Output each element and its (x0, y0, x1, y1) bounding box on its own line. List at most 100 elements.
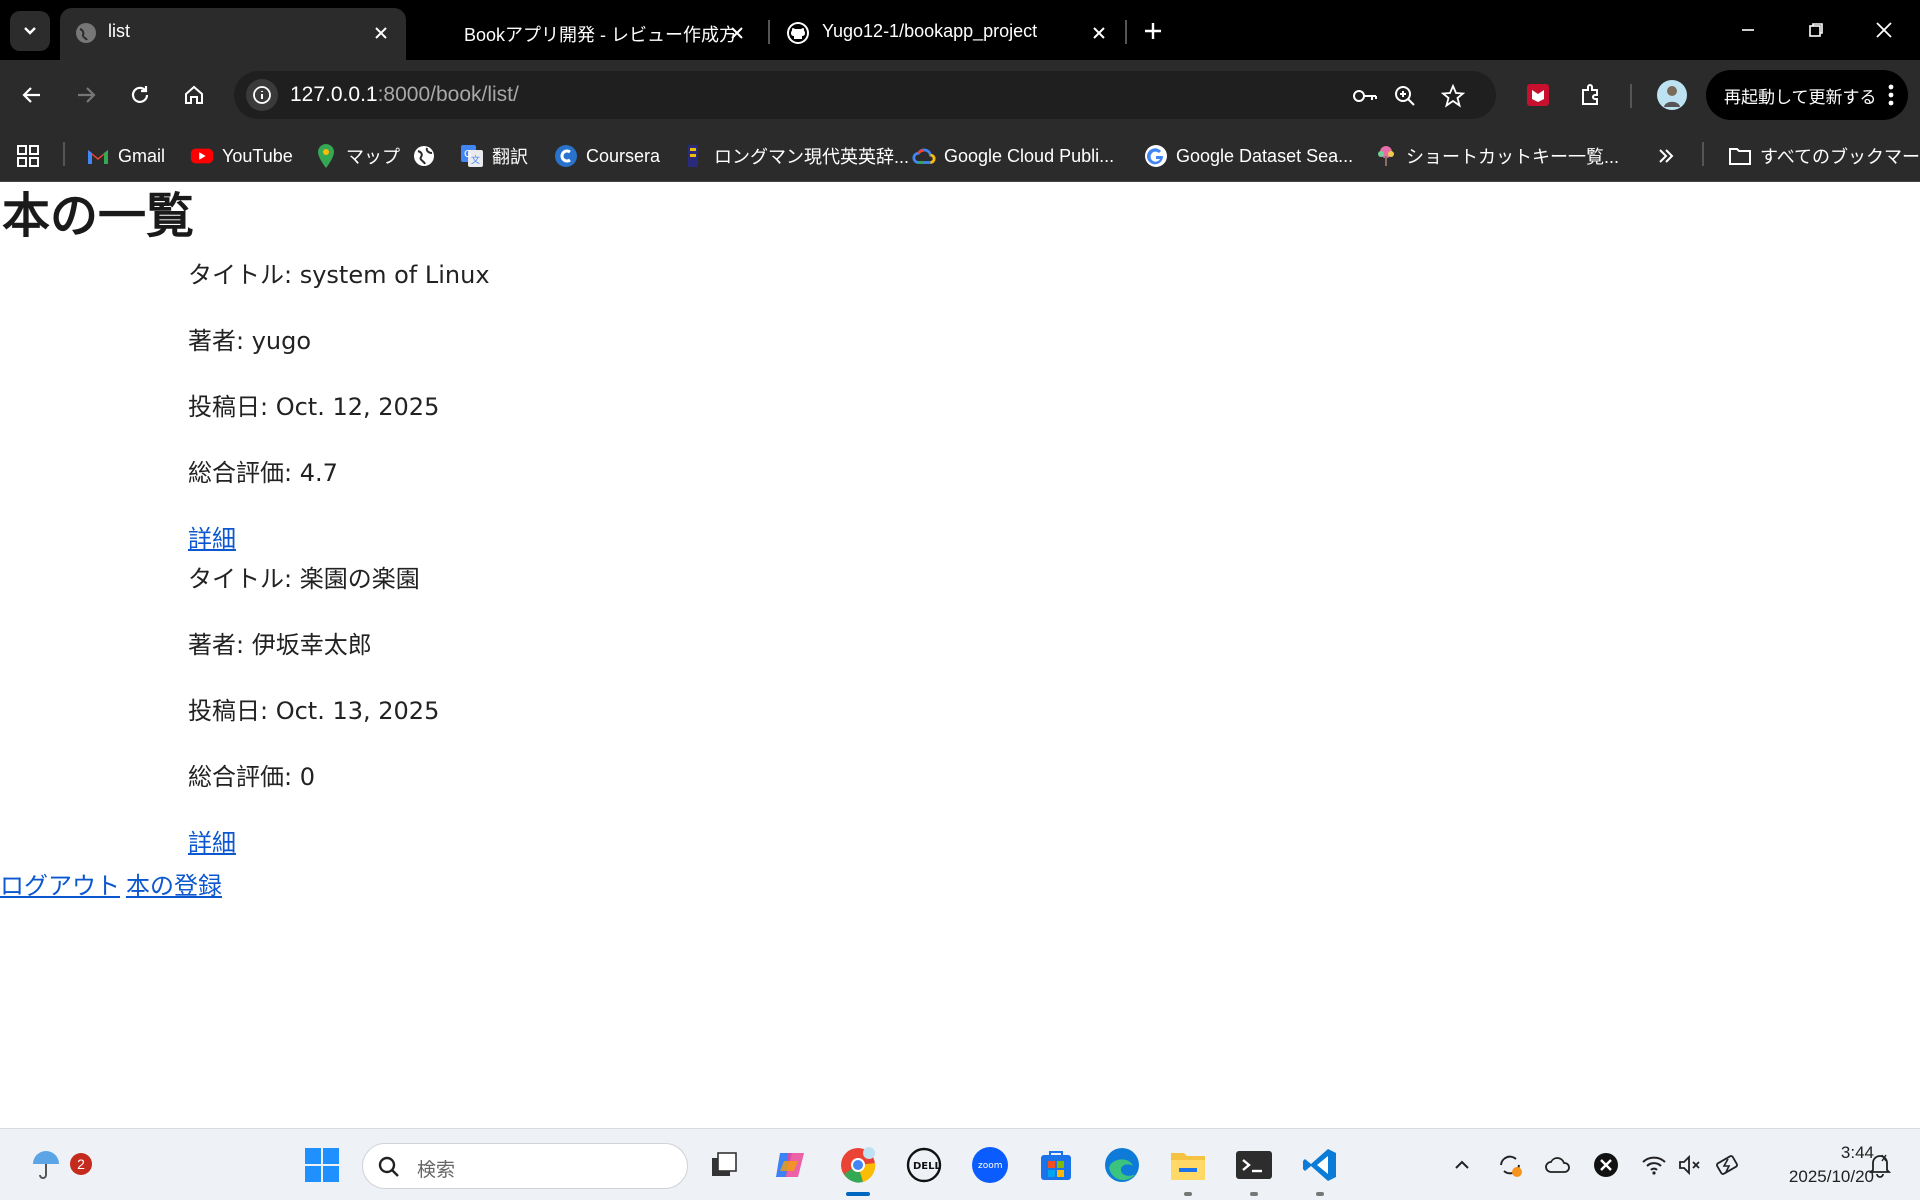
bookmark-longman[interactable]: ロングマン現代英英辞... (682, 140, 909, 172)
google-cloud-icon (912, 144, 936, 168)
onedrive-tray-icon[interactable] (1542, 1149, 1574, 1181)
bookmark-google-dataset[interactable]: Google Dataset Sea... (1144, 140, 1353, 172)
bookmarks-bar: Gmail YouTube マップ G文 翻訳 Coursera ロングマン現代… (0, 130, 1920, 182)
battery-charging-icon (1716, 1155, 1738, 1175)
weather-widget[interactable]: 2 (24, 1143, 92, 1187)
bookmark-youtube[interactable]: YouTube (190, 140, 293, 172)
chrome-icon (841, 1147, 876, 1183)
bell-icon (1868, 1154, 1892, 1178)
zoom-app[interactable]: zoom (968, 1143, 1012, 1187)
extension-mcafee-button[interactable] (1520, 77, 1556, 113)
info-icon (253, 86, 271, 104)
bookmark-star-button[interactable] (1438, 81, 1468, 111)
terminal-app[interactable] (1232, 1143, 1276, 1196)
logout-link[interactable]: ログアウト (0, 872, 120, 900)
tab-github-repo[interactable]: Yugo12-1/bookapp_project (772, 8, 1116, 60)
clock-time: 3:44 (1840, 1143, 1874, 1162)
vscode-app[interactable] (1298, 1143, 1342, 1196)
taskbar-search-box[interactable]: 検索 (362, 1143, 688, 1189)
folder-icon (1728, 144, 1752, 168)
tree-icon (1374, 144, 1398, 168)
book-detail-link[interactable]: 詳細 (188, 829, 236, 857)
task-view-button[interactable] (702, 1143, 746, 1187)
close-tray-icon[interactable] (1590, 1149, 1622, 1181)
umbrella-icon (33, 1151, 59, 1179)
profile-avatar[interactable] (1654, 77, 1690, 113)
arrow-right-icon (78, 87, 96, 103)
tab-list[interactable]: list (60, 8, 406, 60)
forward-button[interactable] (68, 77, 104, 113)
edge-icon (1105, 1148, 1139, 1182)
site-info-button[interactable] (246, 79, 278, 111)
volume-muted-icon (1679, 1154, 1700, 1176)
reload-icon (131, 86, 149, 103)
bookmark-gmail[interactable]: Gmail (86, 140, 165, 172)
book-entry: タイトル: 楽園の楽園 著者: 伊坂幸太郎 投稿日: Oct. 13, 2025… (188, 562, 439, 860)
reload-button[interactable] (122, 77, 158, 113)
book-detail-link[interactable]: 詳細 (188, 525, 236, 553)
bookmark-globe[interactable] (412, 140, 444, 172)
apps-button[interactable] (16, 140, 40, 172)
sync-tray-icon[interactable] (1494, 1149, 1526, 1181)
register-book-link[interactable]: 本の登録 (126, 872, 222, 900)
copilot-app[interactable] (768, 1143, 812, 1187)
maps-icon (314, 144, 338, 168)
bookmark-maps[interactable]: マップ (314, 140, 400, 172)
star-icon (1441, 84, 1465, 108)
svg-text:文: 文 (471, 154, 480, 166)
battery-tray-icon[interactable] (1712, 1149, 1744, 1181)
x-circle-icon (1594, 1153, 1618, 1177)
home-button[interactable] (176, 77, 212, 113)
back-button[interactable] (14, 77, 50, 113)
bookmark-translate[interactable]: G文 翻訳 (460, 140, 528, 172)
bookmark-label: Google Cloud Publi... (944, 145, 1115, 166)
dell-icon: DELL (906, 1147, 942, 1183)
address-bar[interactable]: 127.0.0.1:8000/book/list/ (234, 71, 1496, 119)
youtube-icon (190, 144, 214, 168)
wifi-tray-icon[interactable] (1638, 1149, 1670, 1181)
search-icon (378, 1156, 399, 1177)
edge-app[interactable] (1100, 1143, 1144, 1187)
apps-grid-icon (17, 145, 39, 167)
all-bookmarks-label: すべてのブックマーク (1760, 147, 1920, 167)
close-icon[interactable] (1088, 22, 1110, 44)
chrome-app[interactable] (836, 1143, 880, 1196)
bookmark-shortcut-keys[interactable]: ショートカットキー一覧... (1374, 140, 1619, 172)
bookmark-coursera[interactable]: Coursera (554, 140, 660, 172)
notification-badge: 2 (70, 1153, 92, 1175)
minimize-icon (1742, 29, 1754, 31)
dell-app[interactable]: DELL (902, 1143, 946, 1187)
bookmark-google-cloud[interactable]: Google Cloud Publi... (912, 140, 1114, 172)
notifications-button[interactable] (1864, 1149, 1896, 1181)
system-clock[interactable]: 3:44 2025/10/20 (1754, 1141, 1874, 1189)
tab-bookapp-review[interactable]: Bookアプリ開発 - レビュー作成方法 (444, 8, 764, 60)
book-rating: 総合評価: 0 (188, 763, 315, 791)
password-key-button[interactable] (1350, 81, 1380, 111)
close-window-button[interactable] (1866, 12, 1902, 48)
restore-button[interactable] (1798, 12, 1834, 48)
puzzle-icon (1582, 84, 1598, 105)
show-hidden-icons-button[interactable] (1446, 1149, 1478, 1181)
svg-text:DELL: DELL (913, 1161, 942, 1172)
file-explorer-app[interactable] (1166, 1143, 1210, 1196)
chevron-double-right-icon (1659, 149, 1674, 163)
tab-divider (1125, 20, 1127, 44)
volume-tray-icon[interactable] (1674, 1149, 1706, 1181)
microsoft-store-app[interactable] (1034, 1143, 1078, 1187)
new-tab-button[interactable] (1138, 16, 1168, 46)
relaunch-update-button[interactable]: 再起動して更新する (1706, 70, 1908, 120)
close-icon[interactable] (370, 22, 392, 44)
browser-toolbar: 127.0.0.1:8000/book/list/ 再起動して更新する (0, 60, 1920, 130)
close-icon[interactable] (726, 22, 748, 44)
start-button[interactable] (300, 1143, 344, 1187)
zoom-button[interactable] (1390, 81, 1420, 111)
all-bookmarks-button[interactable]: すべてのブックマーク (1728, 140, 1920, 172)
arrow-left-icon (22, 87, 40, 103)
minimize-button[interactable] (1730, 12, 1766, 48)
url-host: 127.0.0.1 (290, 83, 378, 106)
tab-search-button[interactable] (10, 11, 50, 51)
sync-icon (1500, 1155, 1522, 1177)
more-bookmarks-button[interactable] (1656, 140, 1676, 172)
extensions-button[interactable] (1574, 77, 1610, 113)
store-icon (1041, 1151, 1071, 1180)
